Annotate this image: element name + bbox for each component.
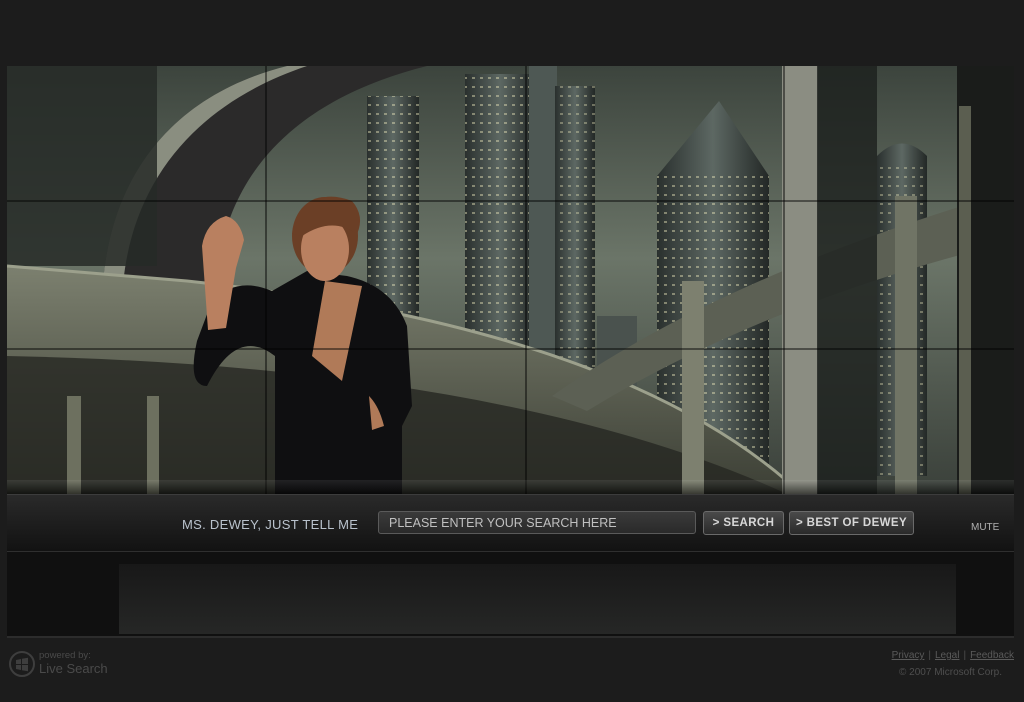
feedback-link[interactable]: Feedback xyxy=(970,650,1014,661)
screen-seam xyxy=(265,66,267,494)
search-input[interactable] xyxy=(378,511,696,534)
copyright-text: © 2007 Microsoft Corp. xyxy=(899,667,1002,678)
search-button[interactable]: > SEARCH xyxy=(703,511,784,535)
live-search-logo-icon xyxy=(9,651,35,677)
brand-name: Live Search xyxy=(39,661,108,676)
video-stage xyxy=(7,66,1014,494)
screen-seam xyxy=(525,66,527,494)
footer-links: Privacy | Legal | Feedback xyxy=(892,650,1014,661)
powered-by-label: powered by: xyxy=(39,650,91,661)
best-of-dewey-button[interactable]: > BEST OF DEWEY xyxy=(789,511,914,535)
screen-seam xyxy=(783,66,785,494)
screen-seam xyxy=(7,200,1014,202)
link-separator: | xyxy=(963,650,967,661)
results-panel xyxy=(7,552,1014,638)
link-separator: | xyxy=(928,650,931,661)
results-area xyxy=(119,564,956,634)
privacy-link[interactable]: Privacy xyxy=(892,650,925,661)
search-control-bar: MS. DEWEY, JUST TELL ME > SEARCH > BEST … xyxy=(7,494,1014,553)
mute-toggle[interactable]: MUTE xyxy=(971,522,999,533)
screen-seam xyxy=(7,348,1014,350)
stage-reflection xyxy=(7,480,1014,494)
legal-link[interactable]: Legal xyxy=(935,650,959,661)
prompt-label: MS. DEWEY, JUST TELL ME xyxy=(182,517,359,532)
city-scene xyxy=(7,66,1014,494)
